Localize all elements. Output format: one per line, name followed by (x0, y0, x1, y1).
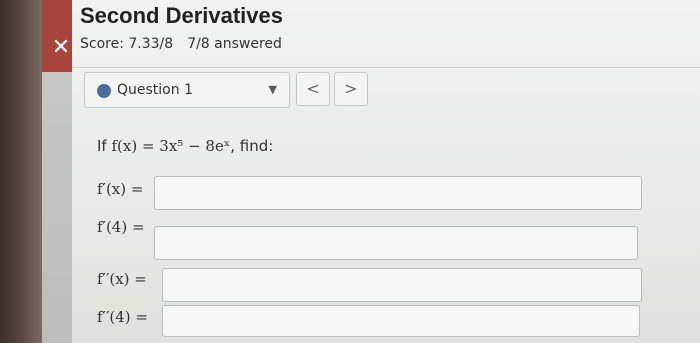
problem-suffix: , find: (230, 137, 274, 155)
answer-label-fprime-x: f′(x) = (97, 180, 144, 198)
status-dot-icon (97, 84, 111, 98)
close-icon[interactable]: ✕ (50, 36, 72, 60)
question-select-label: Question 1 (117, 82, 193, 98)
answer-input-fprime-x[interactable] (154, 176, 642, 210)
answer-label-fprime-4: f′(4) = (97, 218, 145, 236)
caret-down-icon: ▼ (268, 83, 277, 96)
problem-function: f(x) = 3x⁵ − 8eˣ (111, 137, 231, 155)
answered-count: 7/8 answered (187, 36, 282, 52)
answer-label-fdoubleprime-x: f′′(x) = (97, 270, 147, 288)
score-line: Score: 7.33/8 7/8 answered (80, 36, 282, 52)
header-divider (72, 67, 700, 68)
answer-label-fdoubleprime-4: f′′(4) = (97, 308, 148, 326)
next-question-button[interactable]: > (334, 72, 368, 106)
page-title: Second Derivatives (80, 3, 283, 28)
answer-input-fdoubleprime-x[interactable] (162, 268, 642, 302)
prev-question-button[interactable]: < (296, 72, 330, 106)
question-select[interactable]: Question 1 ▼ (84, 72, 290, 108)
answer-input-fdoubleprime-4[interactable] (162, 305, 640, 337)
screen-bezel (0, 0, 42, 343)
answer-input-fprime-4[interactable] (154, 226, 638, 260)
score-text: Score: 7.33/8 (80, 36, 174, 52)
problem-prefix: If (97, 137, 112, 155)
problem-statement: If f(x) = 3x⁵ − 8eˣ, find: (97, 137, 273, 155)
